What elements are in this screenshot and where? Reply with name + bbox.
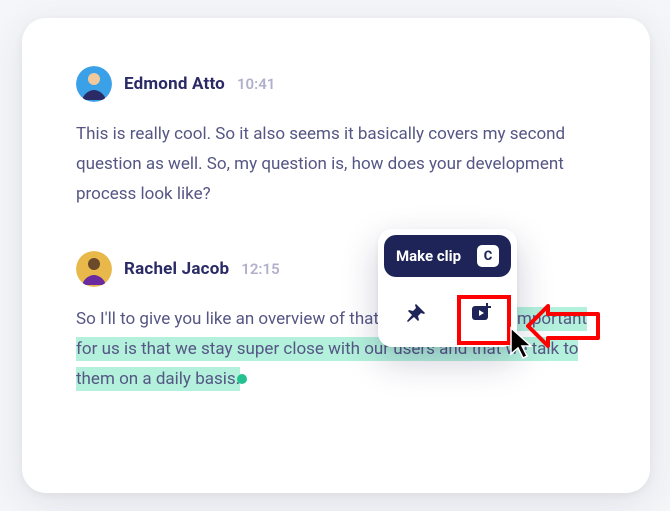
- popover-title: Make clip: [396, 247, 461, 265]
- selection-popover: Make clip C: [378, 229, 517, 347]
- message-body[interactable]: So I'll to give you like an overview of …: [76, 305, 596, 394]
- make-clip-button[interactable]: [461, 293, 501, 333]
- avatar: [76, 251, 112, 287]
- message: Rachel Jacob 12:15 So I'll to give you l…: [76, 251, 596, 394]
- message-body[interactable]: This is really cool. So it also seems it…: [76, 120, 596, 209]
- timestamp: 10:41: [237, 75, 275, 93]
- make-clip-icon: [469, 301, 493, 325]
- timestamp: 12:15: [241, 260, 279, 278]
- pin-icon: [402, 301, 426, 325]
- message-header: Edmond Atto 10:41: [76, 66, 596, 102]
- message-header: Rachel Jacob 12:15: [76, 251, 596, 287]
- message: Edmond Atto 10:41 This is really cool. S…: [76, 66, 596, 209]
- popover-header: Make clip C: [384, 235, 511, 277]
- pin-button[interactable]: [394, 293, 434, 333]
- avatar: [76, 66, 112, 102]
- keyboard-shortcut-badge: C: [477, 245, 499, 267]
- popover-actions: [378, 283, 517, 347]
- author-name: Rachel Jacob: [124, 259, 229, 279]
- transcript-card: Edmond Atto 10:41 This is really cool. S…: [22, 18, 650, 493]
- selection-handle-icon[interactable]: [237, 374, 247, 384]
- author-name: Edmond Atto: [124, 74, 225, 94]
